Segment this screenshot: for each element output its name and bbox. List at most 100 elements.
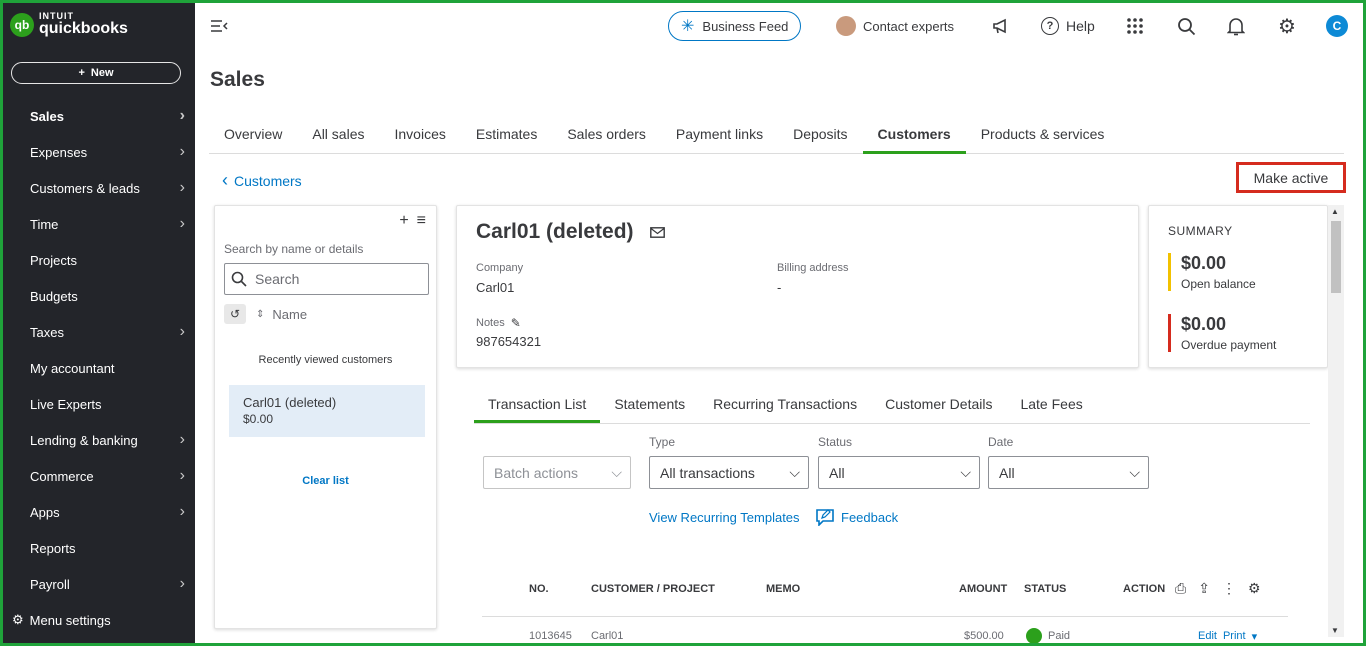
business-feed-button[interactable]: ✳ Business Feed: [668, 11, 802, 41]
table-header-divider: [482, 616, 1288, 617]
history-icon[interactable]: ↺: [224, 304, 246, 324]
search-label: Search by name or details: [224, 242, 364, 256]
envelope-icon[interactable]: [649, 226, 665, 238]
chevron-right-icon: ›: [179, 431, 185, 448]
scroll-down-arrow-icon[interactable]: ▼: [1331, 626, 1339, 635]
row-amount: $500.00: [964, 630, 1004, 642]
date-select[interactable]: All ⌵: [988, 456, 1149, 489]
open-balance-amount: $0.00: [1181, 253, 1227, 273]
summary-title: SUMMARY: [1168, 224, 1233, 238]
tab-estimates[interactable]: Estimates: [461, 118, 552, 154]
quickbooks-logo[interactable]: qb INTUIT quickbooks: [10, 12, 128, 37]
sidebar-item-my-accountant[interactable]: My accountant: [0, 350, 195, 386]
column-header-no[interactable]: NO.: [529, 583, 549, 595]
tab-sales-orders[interactable]: Sales orders: [552, 118, 661, 154]
chevron-down-icon: ⌵: [1129, 464, 1140, 480]
row-status: Paid: [1048, 630, 1071, 642]
feedback-link[interactable]: Feedback: [815, 508, 898, 526]
list-options-icon[interactable]: ≡: [417, 212, 426, 230]
row-actions-chevron-icon[interactable]: ▾: [1252, 630, 1258, 643]
sidebar-item-customers-leads[interactable]: Customers & leads ›: [0, 170, 195, 206]
list-item[interactable]: Carl01 (deleted) $0.00: [229, 385, 425, 437]
contact-experts-button[interactable]: Contact experts: [836, 0, 954, 52]
user-avatar[interactable]: C: [1326, 15, 1348, 37]
row-edit-link[interactable]: Edit: [1198, 630, 1217, 643]
page-scrollbar[interactable]: ▼ ▲: [1328, 205, 1344, 637]
table-settings-gear-icon[interactable]: ⚙: [1248, 580, 1261, 597]
scroll-up-arrow-icon[interactable]: ▲: [1331, 207, 1339, 216]
tab-invoices[interactable]: Invoices: [380, 118, 461, 154]
date-label: Date: [988, 435, 1014, 449]
search-icon: [231, 271, 247, 287]
tab-customers[interactable]: Customers: [862, 118, 966, 154]
tab-statements[interactable]: Statements: [600, 390, 699, 423]
collapse-menu-icon[interactable]: [210, 0, 228, 52]
search-icon[interactable]: [1177, 0, 1196, 52]
new-button[interactable]: + New: [11, 62, 181, 84]
sidebar-item-budgets[interactable]: Budgets: [0, 278, 195, 314]
back-to-customers-link[interactable]: ‹ Customers: [222, 170, 302, 191]
sidebar-item-apps[interactable]: Apps ›: [0, 494, 195, 530]
gear-icon: ⚙: [12, 612, 24, 627]
column-header-amount[interactable]: AMOUNT: [959, 583, 1007, 595]
settings-gear-icon[interactable]: ⚙: [1278, 0, 1296, 52]
sidebar-item-lending-banking[interactable]: Lending & banking ›: [0, 422, 195, 458]
chevron-right-icon: ›: [179, 575, 185, 592]
make-active-button[interactable]: Make active: [1236, 162, 1346, 193]
type-label: Type: [649, 435, 676, 449]
tab-deposits[interactable]: Deposits: [778, 118, 862, 154]
type-select[interactable]: All transactions ⌵: [649, 456, 809, 489]
edit-pencil-icon[interactable]: ✎: [511, 316, 521, 330]
sidebar-item-payroll[interactable]: Payroll ›: [0, 566, 195, 602]
sidebar-item-sales[interactable]: Sales ›: [0, 98, 195, 134]
tab-customer-details[interactable]: Customer Details: [871, 390, 1006, 423]
sidebar-item-expenses[interactable]: Expenses ›: [0, 134, 195, 170]
sidebar-item-reports[interactable]: Reports: [0, 530, 195, 566]
billing-address-value: -: [777, 280, 782, 295]
tab-payment-links[interactable]: Payment links: [661, 118, 778, 154]
chevron-right-icon: ›: [179, 215, 185, 232]
open-balance: $0.00 Open balance: [1168, 253, 1256, 291]
sidebar-item-projects[interactable]: Projects: [0, 242, 195, 278]
sidebar: qb INTUIT quickbooks + New Sales › Expens…: [0, 0, 195, 646]
column-header-customer-project[interactable]: CUSTOMER / PROJECT: [591, 583, 715, 595]
expert-avatar-icon: [836, 16, 856, 36]
add-icon[interactable]: +: [399, 212, 408, 230]
column-header-action: ACTION: [1123, 583, 1166, 595]
status-select[interactable]: All ⌵: [818, 456, 980, 489]
sidebar-item-live-experts[interactable]: Live Experts: [0, 386, 195, 422]
sidebar-item-taxes[interactable]: Taxes ›: [0, 314, 195, 350]
tab-recurring-transactions[interactable]: Recurring Transactions: [699, 390, 871, 423]
help-button[interactable]: ? Help: [1041, 0, 1095, 52]
overdue-payment: $0.00 Overdue payment: [1168, 314, 1276, 352]
tab-products-services[interactable]: Products & services: [966, 118, 1120, 154]
sidebar-item-time[interactable]: Time ›: [0, 206, 195, 242]
bell-icon[interactable]: [1227, 0, 1245, 52]
column-header-status[interactable]: STATUS: [1024, 583, 1066, 595]
more-options-icon[interactable]: ⋮: [1222, 580, 1236, 597]
print-icon[interactable]: ⎙: [1175, 580, 1186, 597]
customer-search-input[interactable]: Search: [224, 263, 429, 295]
row-print-link[interactable]: Print: [1223, 630, 1246, 643]
menu-settings-button[interactable]: ⚙ Menu settings: [12, 612, 111, 628]
tab-all-sales[interactable]: All sales: [297, 118, 379, 154]
tab-late-fees[interactable]: Late Fees: [1006, 390, 1096, 423]
sidebar-item-commerce[interactable]: Commerce ›: [0, 458, 195, 494]
help-icon: ?: [1041, 17, 1059, 35]
qb-logo-icon: qb: [10, 12, 34, 37]
company-label: Company: [476, 262, 524, 274]
scrollbar-thumb[interactable]: [1331, 221, 1341, 293]
apps-grid-icon[interactable]: [1127, 0, 1143, 52]
tab-transaction-list[interactable]: Transaction List: [474, 390, 601, 423]
tab-overview[interactable]: Overview: [209, 118, 297, 154]
clear-list-link[interactable]: Clear list: [215, 475, 436, 487]
chevron-right-icon: ›: [179, 467, 185, 484]
customer-info-card: Carl01 (deleted) Company Carl01 Billing …: [456, 205, 1139, 368]
recent-customer-amount: $0.00: [243, 412, 274, 426]
export-icon[interactable]: ⇪: [1198, 580, 1210, 597]
batch-actions-dropdown[interactable]: Batch actions ⌵: [483, 456, 631, 489]
sort-name-button[interactable]: ⇕ Name: [256, 307, 307, 322]
announcements-icon[interactable]: [992, 0, 1010, 52]
view-recurring-templates-link[interactable]: View Recurring Templates: [649, 510, 800, 525]
column-header-memo[interactable]: MEMO: [766, 583, 800, 595]
